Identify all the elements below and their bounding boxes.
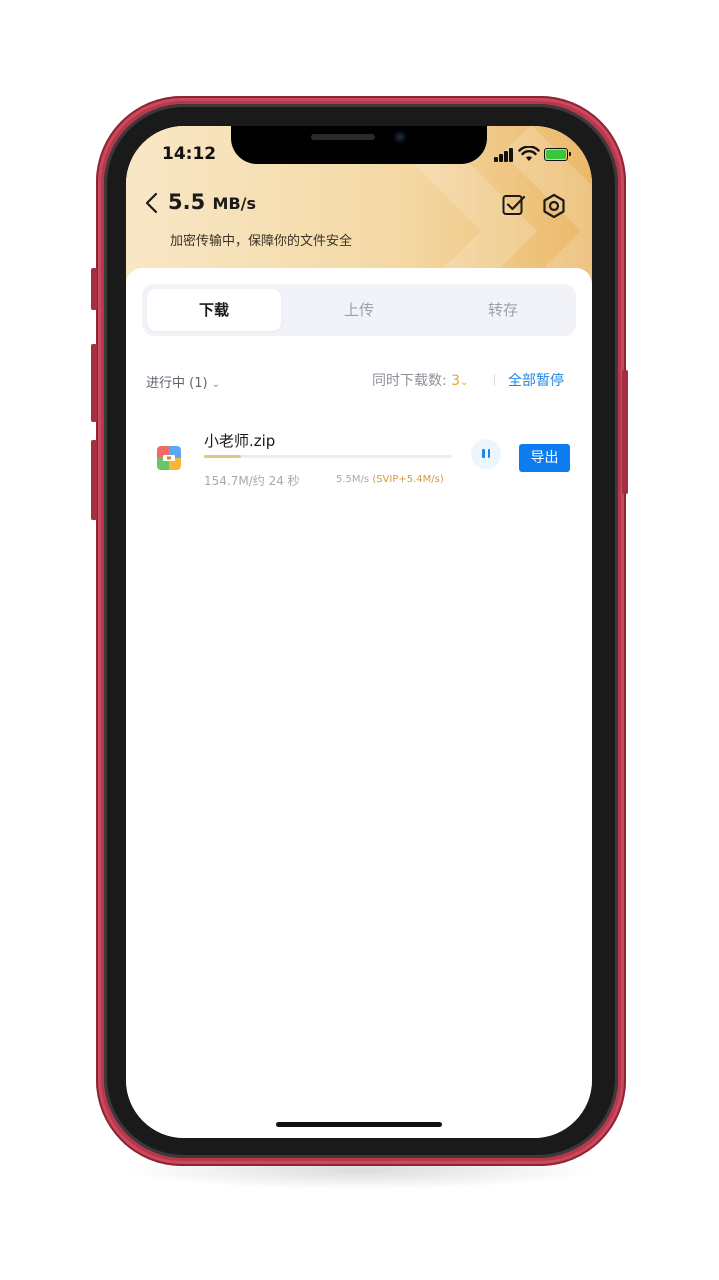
tab-download[interactable]: 下载 <box>147 289 281 331</box>
export-button[interactable]: 导出 <box>519 444 570 472</box>
chevron-down-icon: ⌄ <box>211 379 220 390</box>
settings-gear-icon[interactable] <box>540 192 568 220</box>
concurrent-label: 同时下载数: <box>372 373 447 389</box>
filter-label: 进行中 (1) <box>146 376 208 391</box>
screen: 14:12 5.5 MB/s 加密传输中，保障你的文件安全 下载 上传 转存 进… <box>126 126 592 1138</box>
pause-button[interactable] <box>471 439 501 469</box>
tab-transfer-save[interactable]: 转存 <box>436 289 570 331</box>
signal-icon <box>494 148 516 162</box>
home-indicator <box>276 1122 442 1127</box>
svip-boost-rate: (SVIP+5.4M/s) <box>372 474 444 485</box>
transfer-speed: 5.5 MB/s <box>168 190 256 214</box>
back-arrow-icon[interactable] <box>140 190 166 216</box>
notch <box>231 126 487 164</box>
wifi-icon <box>518 146 540 161</box>
speed-value: 5.5 <box>168 190 206 214</box>
rate-value: 5.5M/s <box>336 474 370 485</box>
divider <box>494 374 495 386</box>
silent-switch <box>91 268 97 310</box>
status-filter-dropdown[interactable]: 进行中 (1) ⌄ <box>146 372 220 391</box>
tab-upload[interactable]: 上传 <box>292 289 426 331</box>
security-subtitle: 加密传输中，保障你的文件安全 <box>170 234 353 249</box>
speed-unit: MB/s <box>212 194 256 213</box>
chevron-down-icon: ⌄ <box>460 377 469 388</box>
content-card: 下载 上传 转存 进行中 (1) ⌄ 同时下载数: 3⌄ 全部暂停 小老师.zi… <box>126 268 592 1138</box>
speaker <box>311 134 375 140</box>
power-button <box>622 370 628 494</box>
concurrent-value: 3 <box>451 373 461 389</box>
file-name: 小老师.zip <box>204 432 276 450</box>
download-rate: 5.5M/s (SVIP+5.4M/s) <box>336 474 444 485</box>
status-time: 14:12 <box>162 144 217 164</box>
volume-up-button <box>91 344 97 422</box>
transfer-tabs: 下载 上传 转存 <box>142 284 576 336</box>
volume-down-button <box>91 440 97 520</box>
checkbox-select-icon[interactable] <box>501 192 527 218</box>
camera <box>394 131 406 143</box>
progress-fill <box>204 455 242 458</box>
battery-icon <box>544 148 571 161</box>
download-progress-bar <box>204 455 452 458</box>
pause-all-button[interactable]: 全部暂停 <box>508 370 564 390</box>
zip-file-icon <box>157 446 181 470</box>
concurrent-downloads-selector[interactable]: 同时下载数: 3⌄ <box>372 370 468 390</box>
size-and-eta: 154.7M/约 24 秒 <box>204 474 300 488</box>
